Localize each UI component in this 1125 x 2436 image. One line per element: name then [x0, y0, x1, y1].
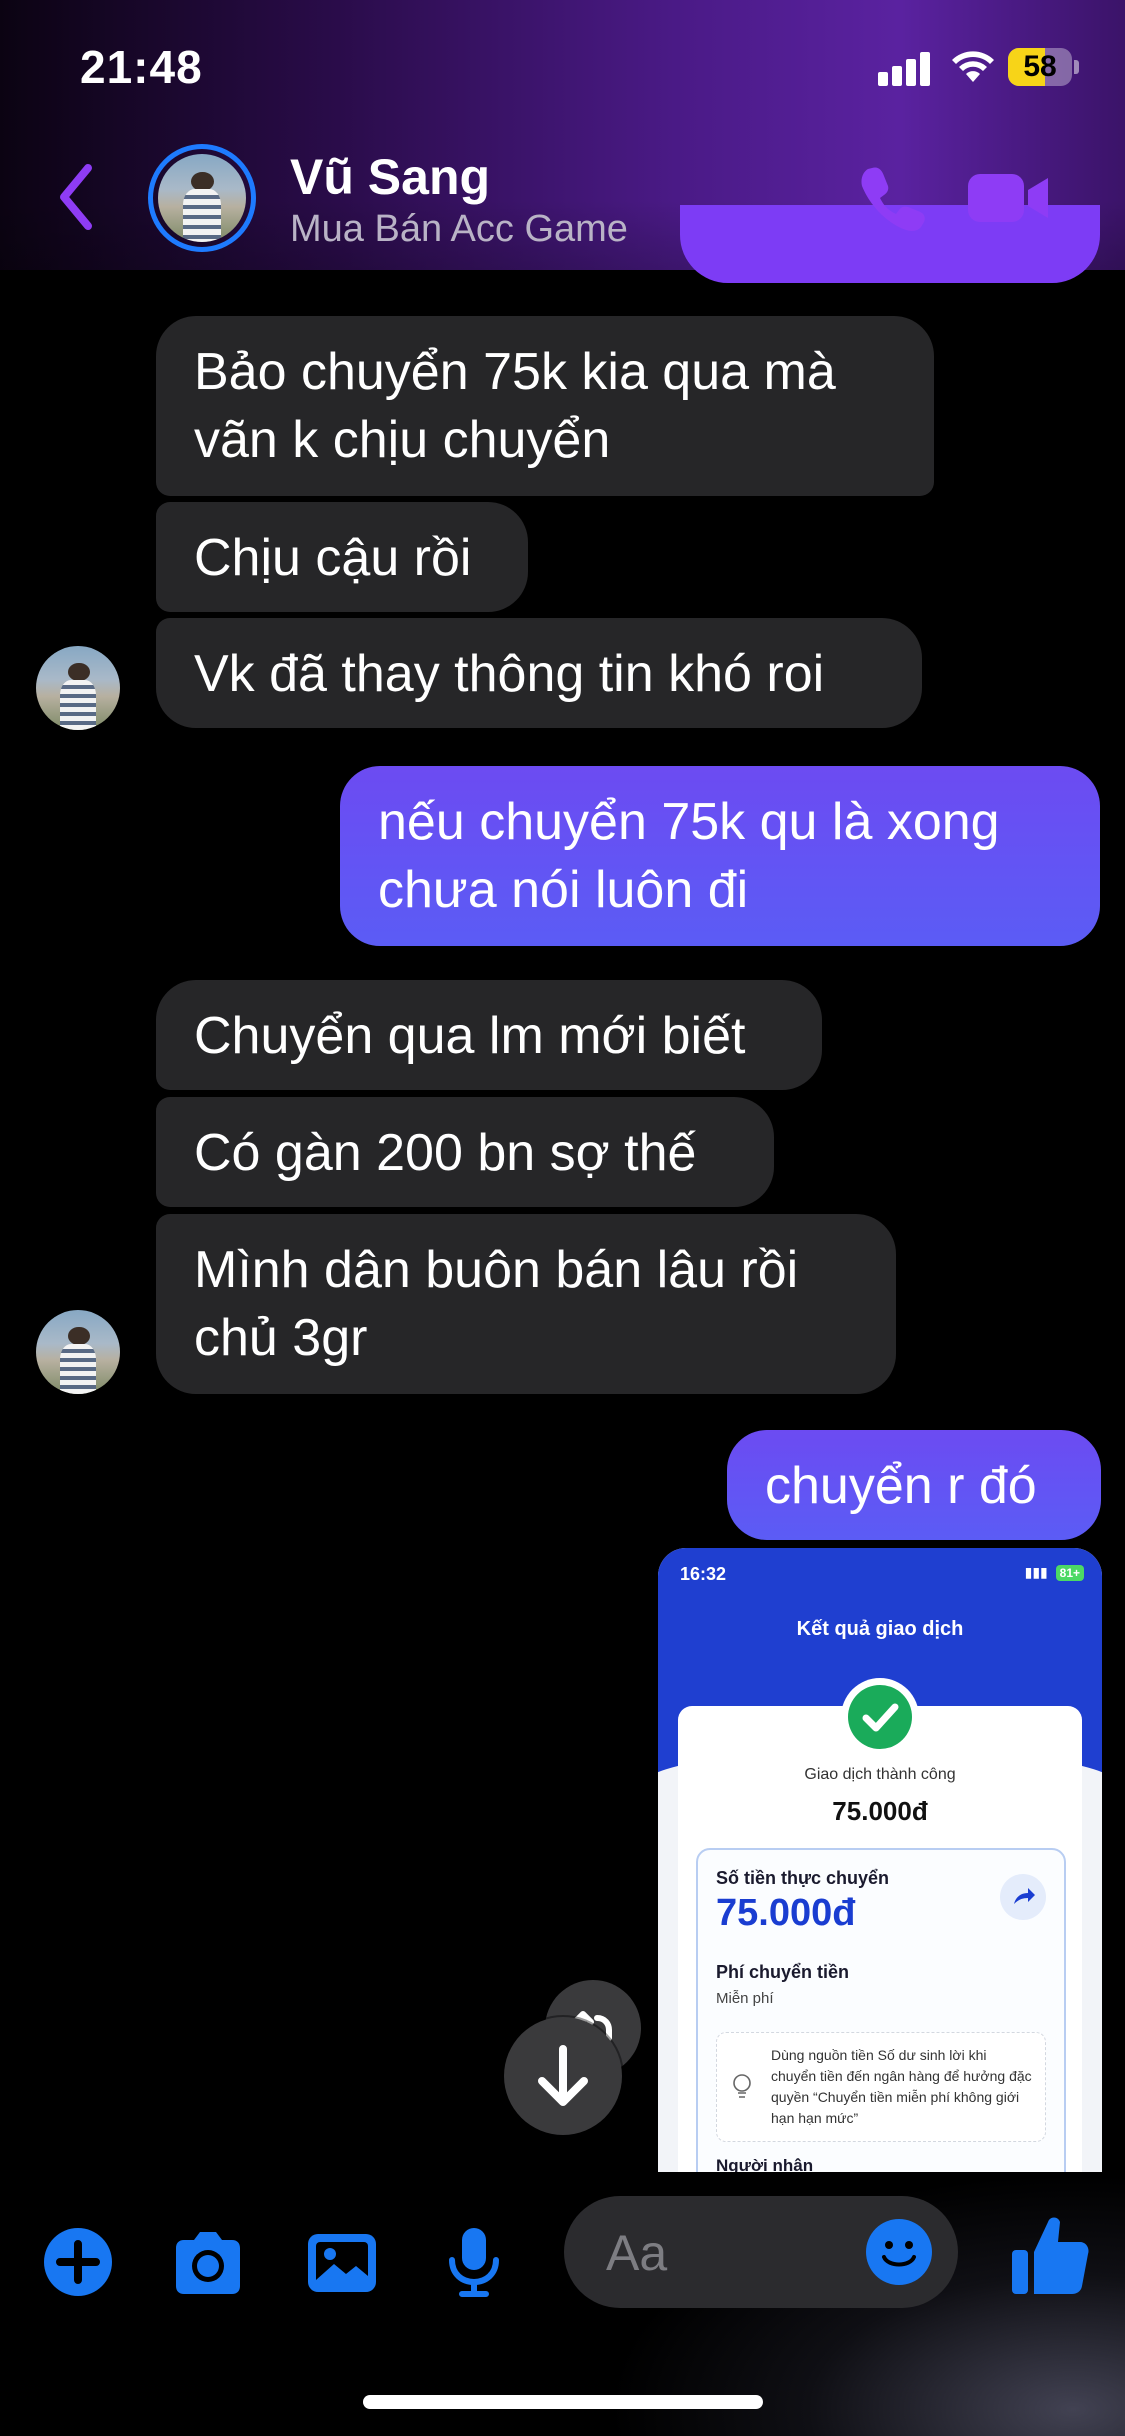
receipt-signal-icon: ▮▮▮	[1024, 1564, 1048, 1580]
incoming-message[interactable]: Vk đã thay thông tin khó roi	[156, 618, 922, 728]
outgoing-message[interactable]: chuyển r đó	[727, 1430, 1101, 1540]
contact-name[interactable]: Vũ Sang	[290, 148, 490, 206]
battery-icon: 58	[1008, 48, 1079, 86]
receipt-battery: 81+	[1055, 1565, 1084, 1581]
status-time: 21:48	[80, 41, 203, 93]
success-check-icon	[841, 1678, 919, 1756]
contact-avatar[interactable]	[148, 144, 256, 252]
actual-amount-value: 75.000đ	[716, 1892, 856, 1934]
scroll-to-bottom-button[interactable]	[504, 2017, 622, 2135]
arrow-down-icon	[538, 2045, 588, 2106]
photo-gallery-icon[interactable]	[304, 2224, 380, 2300]
fee-label: Phí chuyển tiền	[716, 1962, 850, 1982]
conversation-header: Vũ Sang Mua Bán Acc Game	[0, 130, 1125, 270]
battery-level: 58	[1023, 50, 1057, 83]
receipt-note-text: Dùng nguồn tiền Số dư sinh lời khi chuyể…	[771, 2047, 1032, 2126]
receipt-amount: 75.000đ	[832, 1796, 928, 1826]
transfer-receipt-image[interactable]: 16:32 ▮▮▮ 81+ Kết quả giao dịch Giao dịc…	[658, 1548, 1102, 2178]
microphone-icon[interactable]	[436, 2224, 512, 2300]
emoji-icon[interactable]	[866, 2219, 932, 2285]
status-bar: 21:48 58	[0, 0, 1125, 130]
receipt-note: Dùng nguồn tiền Số dư sinh lời khi chuyể…	[716, 2032, 1046, 2142]
incoming-message[interactable]: Chuyển qua lm mới biết	[156, 980, 822, 1090]
sender-avatar[interactable]	[36, 1310, 120, 1394]
receipt-time: 16:32	[680, 1564, 727, 1584]
actual-amount-label: Số tiền thực chuyển	[716, 1868, 890, 1888]
receipt-status-icons: ▮▮▮ 81+	[1025, 1564, 1084, 1581]
camera-icon[interactable]	[170, 2224, 246, 2300]
home-indicator[interactable]	[363, 2395, 763, 2409]
message-input-pill[interactable]	[564, 2196, 958, 2310]
share-icon	[1000, 1874, 1046, 1920]
cellular-signal-icon	[878, 50, 934, 86]
plus-icon[interactable]	[40, 2224, 116, 2300]
incoming-message[interactable]: Bảo chuyển 75k kia qua mà vãn k chịu chu…	[156, 316, 934, 496]
back-button[interactable]	[52, 162, 102, 232]
incoming-message[interactable]: Mình dân buôn bán lâu rồi chủ 3gr	[156, 1214, 896, 1394]
sender-avatar[interactable]	[36, 646, 120, 730]
fee-value: Miễn phí	[716, 1990, 774, 2007]
outgoing-message[interactable]: nếu chuyển 75k qu là xong chưa nói luôn …	[340, 766, 1100, 946]
contact-subtitle: Mua Bán Acc Game	[290, 208, 628, 250]
incoming-message[interactable]: Có gàn 200 bn sợ thế	[156, 1097, 774, 1207]
message-input[interactable]	[604, 2196, 838, 2310]
phone-call-icon[interactable]	[858, 162, 928, 232]
thumbs-up-icon[interactable]	[1010, 2212, 1090, 2298]
receipt-status-text: Giao dịch thành công	[804, 1766, 956, 1783]
video-call-icon[interactable]	[968, 170, 1050, 226]
receipt-detail-box: Số tiền thực chuyển 75.000đ Phí chuyển t…	[696, 1848, 1066, 2178]
receipt-title: Kết quả giao dịch	[796, 1618, 964, 1640]
avatar-photo	[158, 154, 246, 242]
wifi-icon	[952, 51, 994, 82]
incoming-message[interactable]: Chịu cậu rồi	[156, 502, 528, 612]
lightbulb-icon	[733, 2074, 751, 2098]
